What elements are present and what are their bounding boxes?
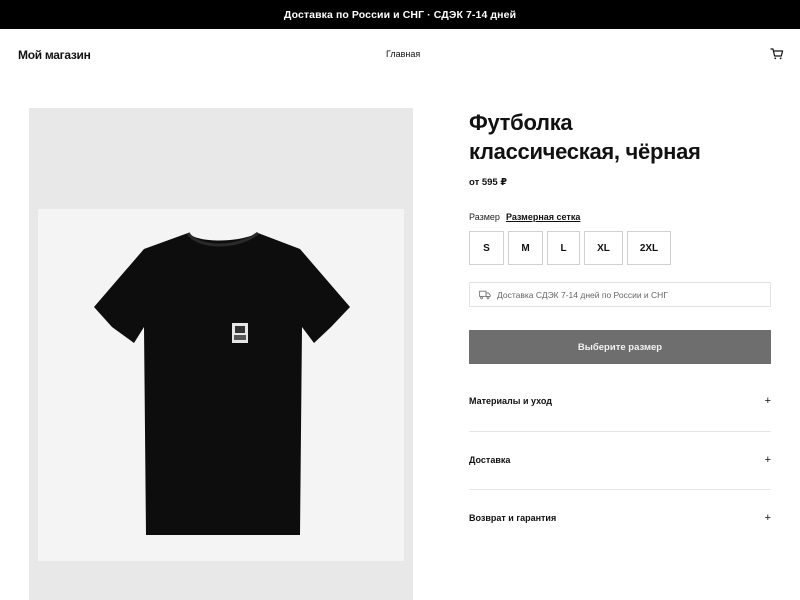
accordion-materials[interactable]: Материалы и уход + [469,372,771,430]
accordion-label: Материалы и уход [469,396,552,406]
accordion-label: Доставка [469,455,511,465]
size-button-xl[interactable]: XL [584,231,623,265]
size-button-s[interactable]: S [469,231,504,265]
announcement-bar: Доставка по России и СНГ · СДЭК 7-14 дне… [0,0,800,29]
size-button-m[interactable]: M [508,231,543,265]
product-gallery [29,108,413,600]
truck-icon [479,290,491,299]
accordion-delivery[interactable]: Доставка + [469,431,771,489]
product-price: от 595 ₽ [469,177,507,188]
size-row: Размер Размерная сетка [469,212,580,222]
product-title: Футболка классическая, чёрная [469,108,771,166]
plus-icon: + [764,512,771,524]
delivery-note-text: Доставка СДЭК 7-14 дней по России и СНГ [497,289,668,300]
cart-icon[interactable] [770,47,784,61]
product-image[interactable] [38,209,404,561]
select-size-button[interactable]: Выберите размер [469,330,771,364]
product-info: Футболка классическая, чёрная от 595 ₽ [469,108,771,188]
plus-icon: + [764,454,771,466]
product-title-line-2: классическая, чёрная [469,139,701,164]
size-selector: S M L XL 2XL [469,231,675,265]
announcement-text: Доставка по России и СНГ · СДЭК 7-14 дне… [283,8,517,21]
size-button-l[interactable]: L [547,231,580,265]
product-title-line-1: Футболка [469,110,573,135]
nav-link-home[interactable]: Главная [386,49,420,59]
accordion-label: Возврат и гарантия [469,513,557,523]
store-logo[interactable]: Мой магазин [18,48,91,62]
plus-icon: + [764,395,771,407]
size-chart-link[interactable]: Размерная сетка [506,212,580,222]
site-header: Мой магазин Главная [0,29,800,81]
size-label: Размер [469,212,500,222]
size-button-2xl[interactable]: 2XL [627,231,671,265]
delivery-note: Доставка СДЭК 7-14 дней по России и СНГ [469,282,771,307]
accordion-returns[interactable]: Возврат и гарантия + [469,489,771,547]
